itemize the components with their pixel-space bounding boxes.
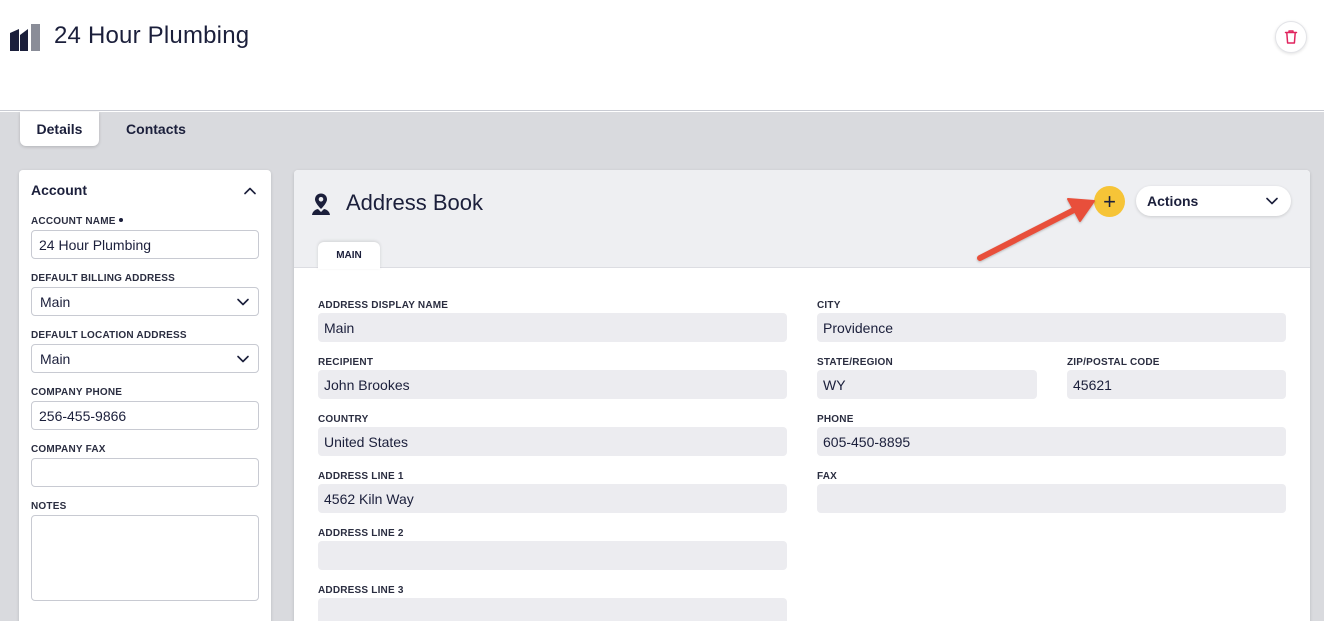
default-location-label: DEFAULT LOCATION ADDRESS — [31, 330, 187, 341]
address-line-2-label: ADDRESS LINE 2 — [318, 528, 404, 539]
account-heading: Account — [31, 182, 87, 198]
phone-field[interactable]: 605-450-8895 — [817, 427, 1286, 456]
company-phone-label: COMPANY PHONE — [31, 387, 123, 398]
tab-main[interactable]: MAIN — [318, 242, 380, 269]
address-line-1-field[interactable]: 4562 Kiln Way — [318, 484, 787, 513]
address-book-title: Address Book — [346, 190, 483, 215]
actions-dropdown[interactable]: Actions — [1136, 186, 1291, 216]
address-line-3-field[interactable] — [318, 598, 787, 621]
company-phone-input[interactable]: 256-455-9866 — [31, 401, 259, 430]
content-area: Details Contacts Account ACCOUNT NAME 24… — [0, 112, 1324, 621]
default-billing-value: Main — [40, 293, 71, 310]
recipient-field[interactable]: John Brookes — [318, 370, 787, 399]
recipient-label: RECIPIENT — [318, 357, 374, 368]
address-book-card: Address Book + Actions MAIN ADDRESS DISP… — [294, 170, 1310, 621]
default-location-value: Main — [40, 350, 71, 367]
phone-label: PHONE — [817, 414, 854, 425]
display-name-field[interactable]: Main — [318, 313, 787, 342]
trash-icon — [1284, 30, 1298, 44]
address-line-2-field[interactable] — [318, 541, 787, 570]
notes-label: NOTES — [31, 501, 67, 512]
account-card: Account ACCOUNT NAME 24 Hour Plumbing DE… — [19, 170, 271, 621]
address-book-header: Address Book + Actions MAIN — [294, 170, 1310, 269]
add-address-button[interactable]: + — [1094, 186, 1125, 217]
building-logo-icon — [10, 24, 40, 51]
map-pin-user-icon — [312, 193, 330, 215]
chevron-down-icon — [237, 298, 249, 305]
page-title: 24 Hour Plumbing — [54, 22, 250, 49]
chevron-down-icon — [237, 355, 249, 362]
actions-label: Actions — [1147, 193, 1199, 209]
address-line-3-label: ADDRESS LINE 3 — [318, 585, 404, 596]
state-label: STATE/REGION — [817, 357, 893, 368]
delete-button[interactable] — [1275, 21, 1307, 53]
fax-field[interactable] — [817, 484, 1286, 513]
required-indicator — [118, 218, 123, 223]
account-name-input[interactable]: 24 Hour Plumbing — [31, 230, 259, 259]
zip-label: ZIP/POSTAL CODE — [1067, 357, 1160, 368]
address-line-1-label: ADDRESS LINE 1 — [318, 471, 404, 482]
tab-contacts[interactable]: Contacts — [110, 112, 202, 146]
default-billing-select[interactable]: Main — [31, 287, 259, 316]
city-label: CITY — [817, 300, 841, 311]
account-name-label: ACCOUNT NAME — [31, 216, 123, 227]
city-field[interactable]: Providence — [817, 313, 1286, 342]
page-header: 24 Hour Plumbing — [0, 0, 1324, 111]
fax-label: FAX — [817, 471, 838, 482]
zip-field[interactable]: 45621 — [1067, 370, 1286, 399]
state-field[interactable]: WY — [817, 370, 1037, 399]
notes-textarea[interactable] — [31, 515, 259, 601]
display-name-label: ADDRESS DISPLAY NAME — [318, 300, 449, 311]
company-fax-input[interactable] — [31, 458, 259, 487]
tab-details[interactable]: Details — [20, 112, 99, 146]
default-billing-label: DEFAULT BILLING ADDRESS — [31, 273, 176, 284]
chevron-down-icon — [1266, 197, 1278, 205]
company-fax-label: COMPANY FAX — [31, 444, 106, 455]
country-field[interactable]: United States — [318, 427, 787, 456]
chevron-up-icon[interactable] — [243, 184, 257, 198]
country-label: COUNTRY — [318, 414, 369, 425]
default-location-select[interactable]: Main — [31, 344, 259, 373]
